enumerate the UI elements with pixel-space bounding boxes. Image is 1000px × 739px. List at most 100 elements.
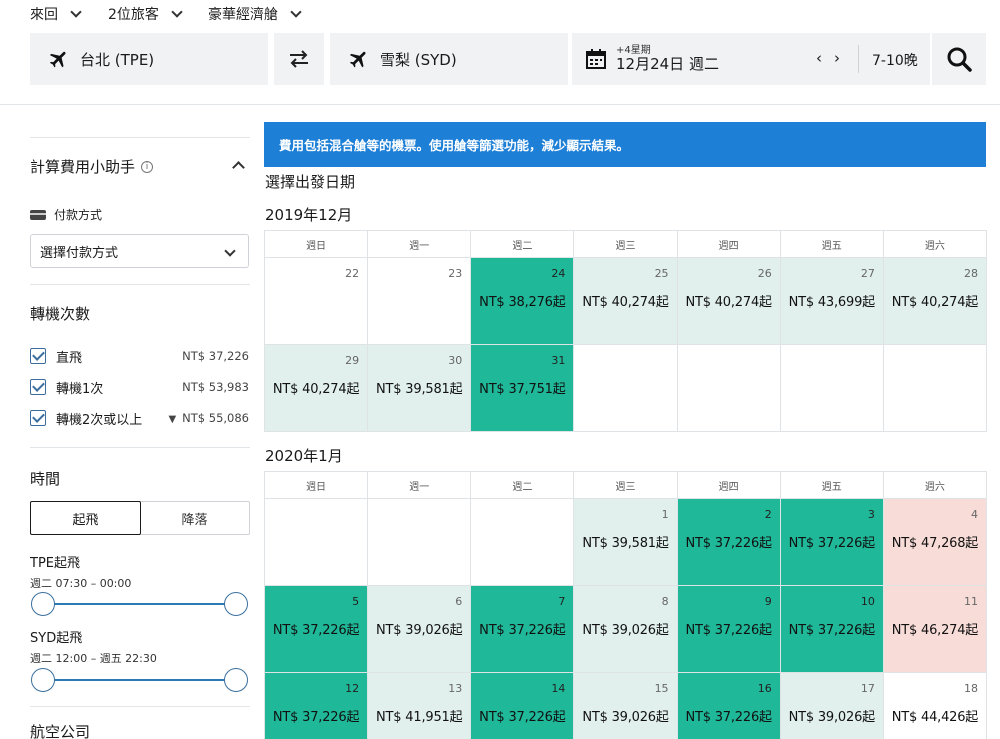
calendar-day-cell[interactable]: 25 NT$ 40,274起 [574, 258, 678, 345]
swap-button[interactable] [274, 33, 324, 85]
info-banner: 費用包括混合艙等的機票。使用艙等篩選功能，減少顯示結果。 [264, 122, 986, 167]
calendar-day-cell[interactable]: 27 NT$ 43,699起 [780, 258, 884, 345]
weekday-label: 週日 [265, 472, 369, 499]
sidebar-divider [30, 447, 250, 448]
weekday-label: 週五 [780, 472, 884, 499]
calendar-day-cell[interactable]: 11 NT$ 46,274起 [883, 586, 987, 673]
plane-departure-icon [49, 51, 66, 68]
checkbox-checked[interactable] [30, 410, 46, 426]
day-price: NT$ 37,226起 [272, 623, 360, 638]
weekday-label: 週二 [471, 472, 575, 499]
day-price: NT$ 41,951起 [376, 710, 463, 725]
day-number: 13 [448, 682, 463, 695]
weekday-header: 週日 週一 週二 週三 週四 週五 週六 [265, 231, 987, 258]
calendar-day-cell[interactable]: 28 NT$ 40,274起 [883, 258, 987, 345]
calendar-day-cell[interactable]: 12 NT$ 37,226起 [265, 673, 369, 739]
toggle-land[interactable]: 降落 [140, 502, 249, 534]
info-icon[interactable]: i [141, 160, 154, 173]
calendar-day-cell[interactable]: 1 NT$ 39,581起 [574, 499, 678, 586]
calendar-day-cell[interactable]: 4 NT$ 47,268起 [883, 499, 987, 586]
calendar-day-cell[interactable]: 9 NT$ 37,226起 [677, 586, 781, 673]
stop-filter-two-plus[interactable]: 轉機2次或以上 ▼ NT$ 55,086 [30, 408, 250, 428]
calendar-day-cell[interactable]: 16 NT$ 37,226起 [677, 673, 781, 739]
sidebar-divider [30, 137, 250, 138]
toggle-depart[interactable]: 起飛 [30, 501, 141, 535]
day-price: NT$ 37,751起 [479, 382, 566, 397]
payment-method-select[interactable]: 選擇付款方式 [30, 234, 249, 268]
passengers-dropdown[interactable]: 2位旅客 [108, 4, 183, 24]
stop-filter-one[interactable]: 轉機1次 NT$ 53,983 [30, 377, 250, 397]
calendar-day-cell[interactable]: 7 NT$ 37,226起 [471, 586, 575, 673]
calendar-day-cell[interactable]: 10 NT$ 37,226起 [780, 586, 884, 673]
weekday-label: 週三 [574, 472, 678, 499]
price-calculator-toggle[interactable]: 計算費用小助手 i [30, 156, 154, 177]
date-value: 12月24日 週二 [616, 55, 719, 74]
calendar-day-cell[interactable]: 15 NT$ 39,026起 [574, 673, 678, 739]
trip-type-dropdown[interactable]: 來回 [30, 4, 82, 24]
search-button[interactable] [932, 33, 986, 85]
stop-filter-direct[interactable]: 直飛 NT$ 37,226 [30, 346, 250, 366]
calendar-day-cell[interactable]: 31 NT$ 37,751起 [471, 345, 575, 432]
calendar-day-cell[interactable]: 29 NT$ 40,274起 [265, 345, 369, 432]
tpe-slider-end-handle[interactable] [224, 592, 248, 616]
syd-slider-end-handle[interactable] [224, 668, 248, 692]
day-number: 23 [448, 267, 463, 280]
date-prev-button[interactable]: ‹ [816, 49, 822, 67]
sidebar-divider [30, 706, 250, 707]
day-price: NT$ 37,226起 [685, 623, 772, 638]
stop-price: NT$ 37,226 [182, 349, 249, 363]
weekday-label: 週一 [368, 231, 472, 258]
calendar-day-cell[interactable]: 3 NT$ 37,226起 [780, 499, 884, 586]
time-toggle: 起飛 降落 [30, 501, 250, 535]
stop-label: 轉機2次或以上 [56, 412, 143, 428]
calendar-day-cell[interactable]: 5 NT$ 37,226起 [265, 586, 369, 673]
calendar-day-cell[interactable]: 2 NT$ 37,226起 [677, 499, 781, 586]
day-price: NT$ 40,274起 [582, 295, 669, 310]
weekday-label: 週日 [265, 231, 369, 258]
calendar-day-cell[interactable]: 13 NT$ 41,951起 [368, 673, 472, 739]
tpe-slider-range: 週二 07:30 – 00:00 [30, 577, 132, 590]
weekday-label: 週一 [368, 472, 472, 499]
swap-arrows-icon [290, 50, 308, 68]
calendar-day-cell[interactable]: 26 NT$ 40,274起 [677, 258, 781, 345]
destination-value: 雪梨 (SYD) [380, 50, 457, 69]
destination-field[interactable]: 雪梨 (SYD) [330, 33, 568, 85]
day-price: NT$ 40,274起 [891, 295, 979, 310]
day-number: 17 [860, 682, 875, 695]
calendar-day-cell[interactable]: 8 NT$ 39,026起 [574, 586, 678, 673]
calendar-day-cell[interactable]: 30 NT$ 39,581起 [368, 345, 472, 432]
tpe-slider-track[interactable] [42, 603, 236, 605]
calendar-day-cell[interactable]: 18 NT$ 44,426起 [883, 673, 987, 739]
day-number: 1 [661, 508, 669, 521]
day-price: NT$ 37,226起 [685, 536, 772, 551]
calendar-day-cell[interactable]: 6 NT$ 39,026起 [368, 586, 472, 673]
day-number: 3 [867, 508, 875, 521]
calendar-week-row: 29 NT$ 40,274起 30 NT$ 39,581起 31 NT$ 37,751起 [265, 345, 987, 432]
airline-title: 航空公司 [30, 723, 91, 739]
payment-label: 付款方式 [30, 206, 102, 223]
syd-slider-track[interactable] [42, 679, 236, 681]
calendar-day-cell[interactable]: 24 NT$ 38,276起 [471, 258, 575, 345]
day-number: 24 [551, 267, 566, 280]
origin-field[interactable]: 台北 (TPE) [30, 33, 268, 85]
tpe-slider-start-handle[interactable] [31, 592, 55, 616]
date-next-button[interactable]: › [834, 49, 840, 67]
day-price: NT$ 39,581起 [582, 536, 669, 551]
day-price: NT$ 44,426起 [891, 710, 979, 725]
calendar-day-cell[interactable]: 17 NT$ 39,026起 [780, 673, 884, 739]
day-number: 7 [558, 595, 566, 608]
chevron-up-icon[interactable] [232, 161, 245, 174]
day-price: NT$ 37,226起 [479, 623, 566, 638]
nights-selector[interactable]: 7-10晚 [872, 50, 918, 70]
checkbox-checked[interactable] [30, 348, 46, 364]
cabin-dropdown[interactable]: 豪華經濟艙 [208, 4, 302, 24]
checkbox-checked[interactable] [30, 379, 46, 395]
calendar-empty-cell [883, 345, 987, 432]
day-number: 16 [757, 682, 772, 695]
calendar-day-cell[interactable]: 14 NT$ 37,226起 [471, 673, 575, 739]
day-price: NT$ 39,026起 [582, 710, 669, 725]
date-field[interactable]: +4星期 12月24日 週二 ‹ › 7-10晚 [572, 33, 930, 85]
day-number: 10 [860, 595, 875, 608]
day-number: 15 [654, 682, 669, 695]
syd-slider-start-handle[interactable] [31, 668, 55, 692]
